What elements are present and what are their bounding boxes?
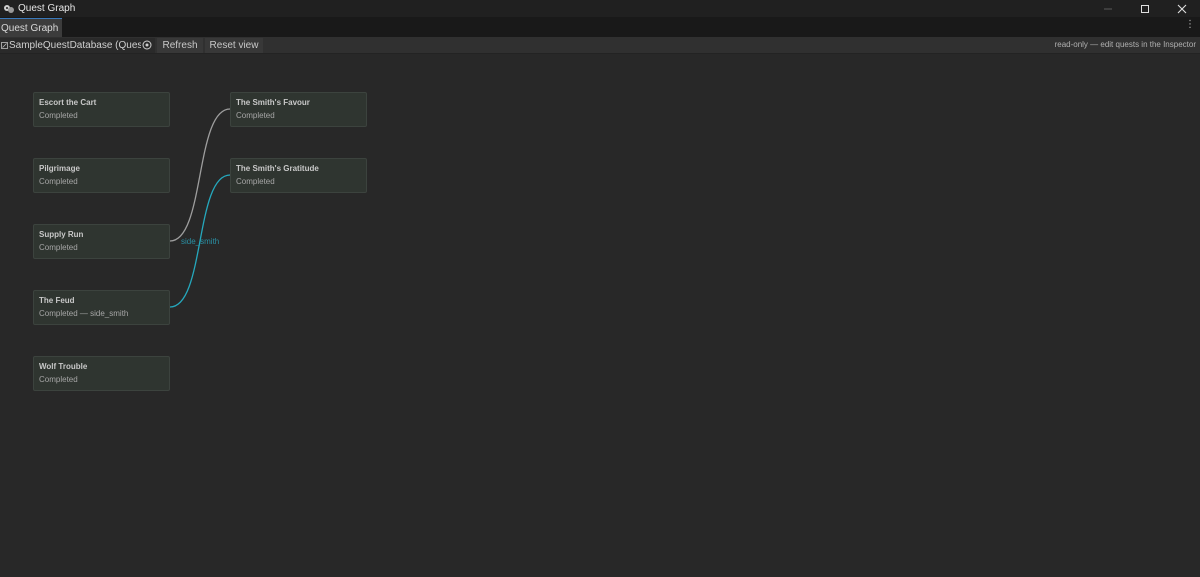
window-titlebar: Quest Graph bbox=[0, 0, 1200, 17]
quest-title: Supply Run bbox=[39, 230, 84, 239]
quest-status: Completed bbox=[236, 177, 275, 186]
close-icon bbox=[1177, 4, 1187, 13]
quest-database-value: SampleQuestDatabase (Ques bbox=[9, 40, 141, 51]
refresh-button[interactable]: Refresh bbox=[157, 38, 203, 53]
quest-node-the-feud[interactable]: The Feud Completed — side_smith bbox=[33, 290, 170, 325]
read-only-note: read-only — edit quests in the Inspector bbox=[1054, 40, 1196, 49]
close-button[interactable] bbox=[1164, 0, 1200, 17]
quest-database-field[interactable]: SampleQuestDatabase (Ques bbox=[0, 38, 155, 53]
tab-quest-graph[interactable]: Quest Graph bbox=[0, 18, 62, 37]
scriptable-object-icon bbox=[1, 42, 8, 49]
quest-node-pilgrimage[interactable]: Pilgrimage Completed bbox=[33, 158, 170, 193]
maximize-button[interactable] bbox=[1127, 0, 1163, 17]
quest-node-supply-run[interactable]: Supply Run Completed bbox=[33, 224, 170, 259]
quest-title: Pilgrimage bbox=[39, 164, 80, 173]
quest-node-escort-the-cart[interactable]: Escort the Cart Completed bbox=[33, 92, 170, 127]
minimize-icon bbox=[1104, 8, 1112, 9]
quest-title: Escort the Cart bbox=[39, 98, 97, 107]
quest-node-smiths-favour[interactable]: The Smith's Favour Completed bbox=[230, 92, 367, 127]
quest-title: The Smith's Gratitude bbox=[236, 164, 319, 173]
graph-canvas[interactable]: side_smith Escort the Cart Completed Pil… bbox=[0, 54, 1200, 577]
edge-layer bbox=[169, 108, 231, 308]
object-picker-icon[interactable] bbox=[142, 40, 152, 50]
quest-status: Completed bbox=[236, 111, 275, 120]
edge-supply-run-to-smiths-favour bbox=[169, 108, 231, 242]
quest-title: The Feud bbox=[39, 296, 75, 305]
reset-view-button[interactable]: Reset view bbox=[205, 38, 263, 53]
quest-node-smiths-gratitude[interactable]: The Smith's Gratitude Completed bbox=[230, 158, 367, 193]
maximize-icon bbox=[1141, 4, 1149, 13]
quest-status: Completed — side_smith bbox=[39, 309, 129, 318]
quest-status: Completed bbox=[39, 243, 78, 252]
window-title: Quest Graph bbox=[18, 3, 76, 14]
quest-status: Completed bbox=[39, 177, 78, 186]
quest-title: The Smith's Favour bbox=[236, 98, 310, 107]
quest-title: Wolf Trouble bbox=[39, 362, 88, 371]
quest-status: Completed bbox=[39, 375, 78, 384]
quest-status: Completed bbox=[39, 111, 78, 120]
quest-graph-app-icon bbox=[4, 4, 14, 13]
quest-node-wolf-trouble[interactable]: Wolf Trouble Completed bbox=[33, 356, 170, 391]
minimize-button[interactable] bbox=[1090, 0, 1126, 17]
edge-label: side_smith bbox=[181, 237, 220, 246]
tab-bar: Quest Graph ⋮ bbox=[0, 17, 1200, 37]
more-options-icon[interactable]: ⋮ bbox=[1185, 20, 1195, 30]
graph-toolbar: SampleQuestDatabase (Ques Refresh Reset … bbox=[0, 37, 1200, 54]
